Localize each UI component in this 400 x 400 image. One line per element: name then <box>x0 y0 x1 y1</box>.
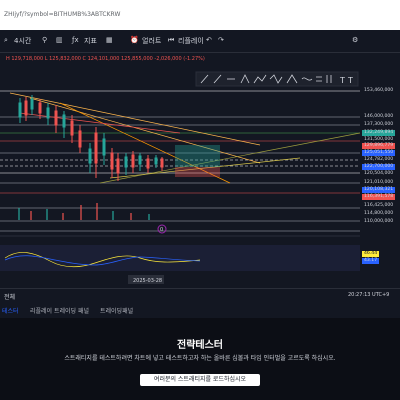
price-label: 116,391,578 <box>362 194 396 200</box>
date-label: 2025-03-28 <box>133 278 162 284</box>
panel-tabs: 테스터 리플레이 트레이딩 패널 트레이딩패널 <box>0 302 400 319</box>
price-label: 124,782,000 <box>364 157 394 162</box>
price-label: 120,108,321 <box>362 187 396 193</box>
alert-icon[interactable]: ⏰ <box>130 36 139 44</box>
redo-icon[interactable]: ↷ <box>218 36 224 44</box>
layout-icon[interactable]: ▦ <box>106 36 113 44</box>
drawing-toolbar <box>195 71 359 87</box>
oscillator-zone <box>0 245 360 271</box>
replay-icon[interactable]: ⏮ <box>168 36 174 45</box>
indicators-icon[interactable]: ƒx <box>72 36 79 44</box>
price-label: 146,000,000 <box>364 114 394 119</box>
clock: 20:27:13 UTC+9 <box>348 292 390 298</box>
price-label: 137,300,000 <box>364 122 394 127</box>
candles <box>18 95 164 181</box>
price-label: 121,010,000 <box>364 180 394 185</box>
symbol-search-icon[interactable]: ⌕ <box>4 36 8 45</box>
price-label: 129,896,779 <box>362 143 396 149</box>
price-label: 125,051,550 <box>362 150 396 156</box>
chart-bottom-bar: 전체 20:27:13 UTC+9 <box>0 288 400 302</box>
osc-label: 46.44 <box>362 251 380 257</box>
panel-description: 스트래티지를 테스트하려면 차트에 넣고 테스트하고자 하는 올바른 심볼과 타… <box>64 355 336 362</box>
range-button[interactable]: 전체 <box>4 292 15 301</box>
volume-bars <box>18 203 150 220</box>
url-text[interactable]: ZHIjyf/?symbol=BITHUMB%3ABTCKRW <box>4 11 120 18</box>
strategy-tester-panel: 전략테스터 스트래티지를 테스트하려면 차트에 넣고 테스트하고자 하는 올바른… <box>0 318 400 400</box>
price-label: 110,000,000 <box>364 219 394 224</box>
settings-icon[interactable]: ⚙ <box>352 36 358 44</box>
osc-label: 43.17 <box>362 258 380 264</box>
panel-title: 전략테스터 <box>177 340 223 351</box>
tab-replay-trading-panel[interactable]: 리플레이 트레이딩 패널 <box>30 306 89 315</box>
interval-button[interactable]: 4시간 <box>14 36 31 46</box>
text-tool-icon: T <box>339 76 345 85</box>
price-label: 120,504,000 <box>364 171 394 176</box>
chart-canvas[interactable]: T T 0 2025-03-28 <box>0 53 400 288</box>
indicator-badge-text: 0 <box>160 227 163 233</box>
chart-area[interactable]: H 129,718,000 L 125,832,000 C 124,101,00… <box>0 53 400 288</box>
chart-type-icon[interactable]: ⚲ <box>42 36 47 44</box>
price-label: 132,249,894 <box>362 130 396 136</box>
tab-trading-panel[interactable]: 트레이딩패널 <box>100 306 133 315</box>
chart-toolbar: ⌕ 4시간 ⚲ ▥ ƒx 지표 ▦ ⏰ 얼러트 ⏮ 리플레이 ↶ ↷ ⚙ <box>0 30 400 53</box>
text-tool-2-icon: T <box>347 76 353 85</box>
price-label: 122,700,000 <box>362 164 396 170</box>
price-label: 114,800,000 <box>364 211 394 216</box>
load-strategy-button[interactable]: 여러분의 스트래티지를 로드하십시오 <box>140 374 260 386</box>
replay-button[interactable]: 리플레이 <box>178 36 204 46</box>
indicators-button[interactable]: 지표 <box>84 36 97 46</box>
price-label: 116,425,000 <box>364 203 394 208</box>
alert-button[interactable]: 얼러트 <box>142 36 161 46</box>
undo-icon[interactable]: ↶ <box>206 36 212 44</box>
long-position-zone <box>175 145 220 167</box>
candle-icon[interactable]: ▥ <box>56 36 63 44</box>
price-label: 153,460,000 <box>364 88 394 93</box>
tab-strategy-tester[interactable]: 테스터 <box>2 306 19 315</box>
short-position-zone <box>175 167 220 177</box>
browser-url-bar[interactable]: ZHIjyf/?symbol=BITHUMB%3ABTCKRW <box>0 0 400 30</box>
